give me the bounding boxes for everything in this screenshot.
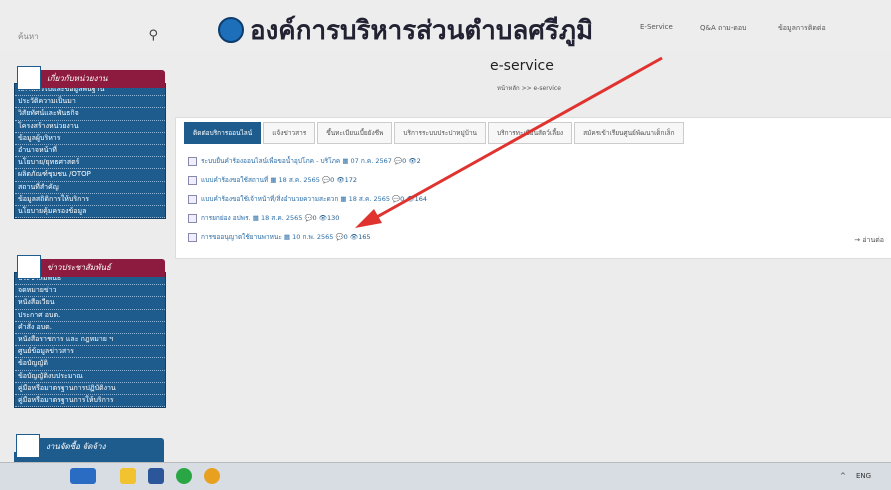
folder-icon[interactable] (120, 468, 136, 484)
search-taskbar-icon[interactable] (70, 468, 96, 484)
line-icon[interactable] (176, 468, 192, 484)
taskbar: ^ ENG (0, 462, 891, 490)
arrow-shaft (374, 56, 663, 220)
language-indicator[interactable]: ENG (856, 472, 871, 480)
word-icon[interactable] (148, 468, 164, 484)
annotation-arrow (355, 56, 663, 228)
arrow-head (355, 209, 382, 228)
chevron-up-icon[interactable]: ^ (840, 472, 846, 480)
chrome-icon[interactable] (204, 468, 220, 484)
